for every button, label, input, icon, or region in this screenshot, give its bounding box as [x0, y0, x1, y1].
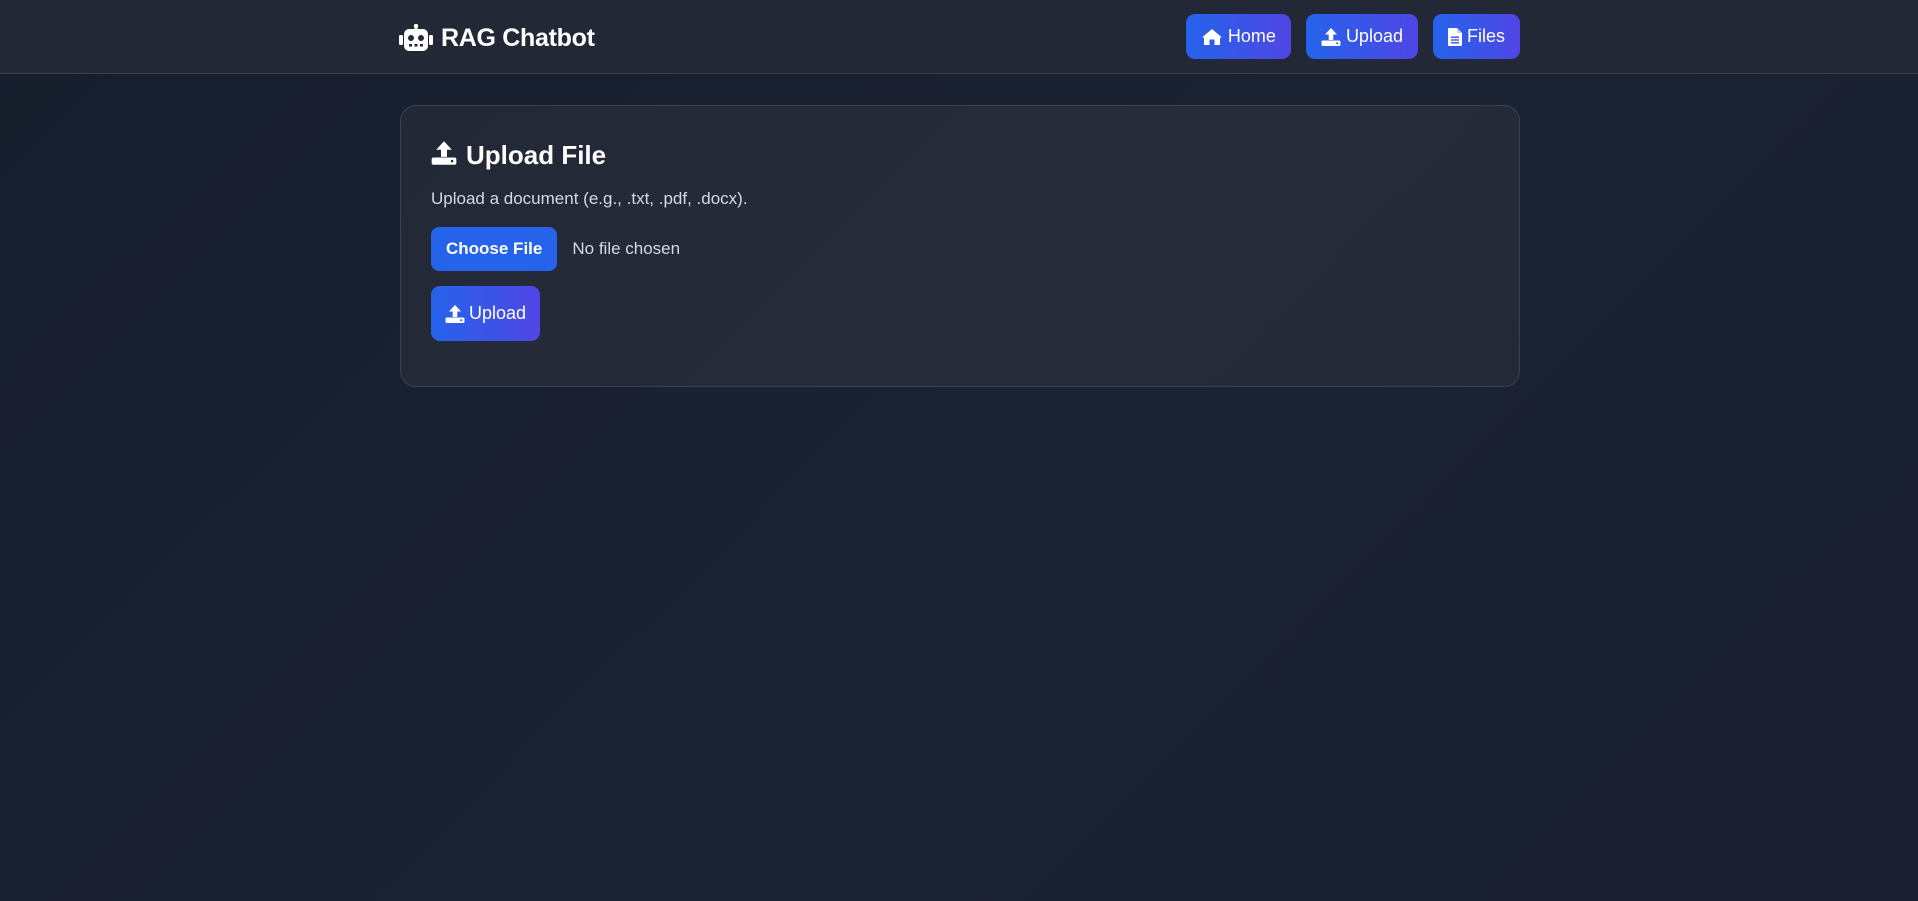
file-icon: [1447, 27, 1462, 46]
file-status: No file chosen: [572, 239, 681, 258]
nav-home-label: Home: [1227, 26, 1276, 46]
upload-card: Upload File Upload a document (e.g., .tx…: [400, 105, 1520, 387]
brand[interactable]: RAG Chatbot: [399, 22, 595, 54]
robot-icon: [399, 24, 433, 52]
nav-home-button[interactable]: Home: [1185, 14, 1291, 59]
nav-files-button[interactable]: Files: [1432, 14, 1520, 59]
upload-submit-label: Upload: [468, 303, 527, 323]
upload-icon: [1321, 27, 1341, 46]
upload-icon: [445, 304, 465, 323]
upload-icon: [431, 140, 457, 171]
card-heading: Upload File: [431, 140, 606, 171]
upload-description: Upload a document (e.g., .txt, .pdf, .do…: [431, 189, 748, 208]
file-input: Choose File No file chosen: [431, 227, 680, 271]
nav-upload-button[interactable]: Upload: [1305, 14, 1418, 59]
nav-menu: Home Upload Files: [1185, 14, 1520, 59]
choose-file-button[interactable]: Choose File: [431, 227, 558, 271]
upload-submit-button[interactable]: Upload: [431, 286, 540, 341]
nav-upload-label: Upload: [1345, 26, 1403, 46]
top-navbar: RAG Chatbot Home Upload Files: [0, 0, 1918, 74]
app-title: RAG Chatbot: [441, 23, 595, 52]
nav-files-label: Files: [1466, 26, 1505, 46]
card-title: Upload File: [466, 140, 607, 170]
home-icon: [1201, 28, 1223, 46]
